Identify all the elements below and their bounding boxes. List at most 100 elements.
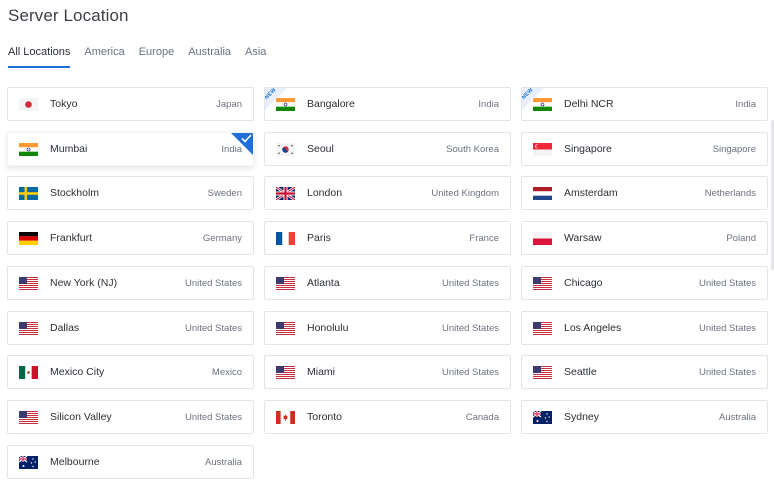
us-flag-icon xyxy=(276,366,295,379)
kr-flag-icon xyxy=(276,143,295,156)
mx-flag-icon xyxy=(19,366,38,379)
city-name: New York (NJ) xyxy=(50,277,118,289)
city-name: Melbourne xyxy=(50,456,100,468)
ca-flag-icon xyxy=(276,411,295,424)
city-name: Atlanta xyxy=(307,277,340,289)
gb-flag-icon xyxy=(276,187,295,200)
country-name: India xyxy=(735,99,756,110)
country-name: United States xyxy=(698,367,756,378)
us-flag-icon xyxy=(533,277,552,290)
country-name: Australia xyxy=(719,412,756,423)
location-card-new-york-nj[interactable]: New York (NJ) United States xyxy=(7,266,254,300)
nl-flag-icon xyxy=(533,187,552,200)
location-card-los-angeles[interactable]: Los Angeles United States xyxy=(521,311,768,345)
city-name: Singapore xyxy=(564,143,612,155)
location-card-chicago[interactable]: Chicago United States xyxy=(521,266,768,300)
city-name: Delhi NCR xyxy=(564,98,614,110)
location-card-tokyo[interactable]: Tokyo Japan xyxy=(7,87,254,121)
city-name: London xyxy=(307,187,343,199)
pl-flag-icon xyxy=(533,232,552,245)
country-name: India xyxy=(478,99,499,110)
country-name: United States xyxy=(698,323,756,334)
country-name: Germany xyxy=(202,233,242,244)
de-flag-icon xyxy=(19,232,38,245)
country-name: Singapore xyxy=(712,144,756,155)
country-name: France xyxy=(469,233,499,244)
location-card-london[interactable]: London United Kingdom xyxy=(264,176,511,210)
city-name: Tokyo xyxy=(50,98,78,110)
country-name: United States xyxy=(441,367,499,378)
location-card-stockholm[interactable]: Stockholm Sweden xyxy=(7,176,254,210)
city-name: Amsterdam xyxy=(564,187,618,199)
tab-all-locations[interactable]: All Locations xyxy=(8,45,71,68)
location-card-toronto[interactable]: Toronto Canada xyxy=(264,400,511,434)
tab-europe[interactable]: Europe xyxy=(139,45,174,68)
page-title: Server Location xyxy=(8,6,129,25)
location-card-melbourne[interactable]: Melbourne Australia xyxy=(7,445,254,479)
country-name: United States xyxy=(184,412,242,423)
se-flag-icon xyxy=(19,187,38,200)
country-name: Poland xyxy=(726,233,756,244)
city-name: Chicago xyxy=(564,277,603,289)
country-name: United States xyxy=(441,278,499,289)
new-badge: NEW xyxy=(265,88,287,110)
city-name: Sydney xyxy=(564,411,600,423)
selected-check-icon xyxy=(230,133,253,156)
sg-flag-icon xyxy=(533,143,552,156)
location-card-dallas[interactable]: Dallas United States xyxy=(7,311,254,345)
location-card-paris[interactable]: Paris France xyxy=(264,221,511,255)
country-name: United States xyxy=(441,323,499,334)
us-flag-icon xyxy=(19,322,38,335)
location-card-warsaw[interactable]: Warsaw Poland xyxy=(521,221,768,255)
city-name: Dallas xyxy=(50,322,80,334)
location-card-bangalore[interactable]: Bangalore India NEW xyxy=(264,87,511,121)
au-flag-icon xyxy=(533,411,552,424)
city-name: Los Angeles xyxy=(564,322,622,334)
location-card-frankfurt[interactable]: Frankfurt Germany xyxy=(7,221,254,255)
us-flag-icon xyxy=(533,366,552,379)
us-flag-icon xyxy=(533,322,552,335)
tab-america[interactable]: America xyxy=(84,45,124,68)
country-name: United States xyxy=(184,323,242,334)
tab-asia[interactable]: Asia xyxy=(245,45,266,68)
location-card-mumbai[interactable]: Mumbai India xyxy=(7,132,254,166)
city-name: Toronto xyxy=(307,411,343,423)
country-name: South Korea xyxy=(446,144,499,155)
location-card-sydney[interactable]: Sydney Australia xyxy=(521,400,768,434)
location-card-mexico-city[interactable]: Mexico City Mexico xyxy=(7,355,254,389)
city-name: Honolulu xyxy=(307,322,349,334)
city-name: Stockholm xyxy=(50,187,100,199)
in-flag-icon xyxy=(19,143,38,156)
location-card-amsterdam[interactable]: Amsterdam Netherlands xyxy=(521,176,768,210)
tab-australia[interactable]: Australia xyxy=(188,45,231,68)
city-name: Frankfurt xyxy=(50,232,93,244)
us-flag-icon xyxy=(19,277,38,290)
us-flag-icon xyxy=(276,322,295,335)
new-badge-label: NEW xyxy=(522,88,535,101)
location-card-silicon-valley[interactable]: Silicon Valley United States xyxy=(7,400,254,434)
city-name: Bangalore xyxy=(307,98,355,110)
city-name: Warsaw xyxy=(564,232,602,244)
location-card-honolulu[interactable]: Honolulu United States xyxy=(264,311,511,345)
new-badge: NEW xyxy=(522,88,544,110)
location-card-seattle[interactable]: Seattle United States xyxy=(521,355,768,389)
new-badge-label: NEW xyxy=(265,88,278,101)
city-name: Seoul xyxy=(307,143,334,155)
location-card-delhi-ncr[interactable]: Delhi NCR India NEW xyxy=(521,87,768,121)
location-card-singapore[interactable]: Singapore Singapore xyxy=(521,132,768,166)
country-name: Netherlands xyxy=(704,188,756,199)
au-flag-icon xyxy=(19,456,38,469)
country-name: United States xyxy=(698,278,756,289)
us-flag-icon xyxy=(19,411,38,424)
country-name: Sweden xyxy=(207,188,242,199)
location-card-seoul[interactable]: Seoul South Korea xyxy=(264,132,511,166)
country-name: Australia xyxy=(205,457,242,468)
country-name: Japan xyxy=(216,99,242,110)
us-flag-icon xyxy=(276,277,295,290)
country-name: Canada xyxy=(465,412,499,423)
region-tabs: All Locations America Europe Australia A… xyxy=(8,45,266,68)
country-name: United States xyxy=(184,278,242,289)
location-card-atlanta[interactable]: Atlanta United States xyxy=(264,266,511,300)
location-card-miami[interactable]: Miami United States xyxy=(264,355,511,389)
city-name: Silicon Valley xyxy=(50,411,112,423)
